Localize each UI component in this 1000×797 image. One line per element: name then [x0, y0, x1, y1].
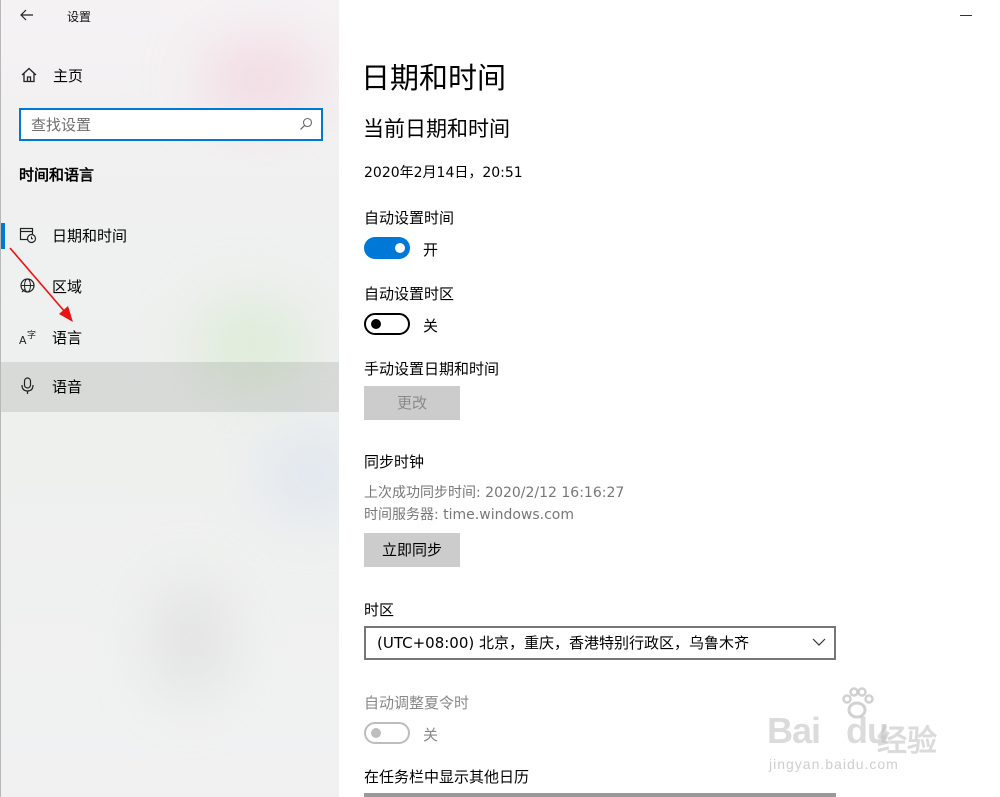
- toggle-knob: [371, 728, 381, 738]
- background-blur: [261, 430, 339, 520]
- sync-server: 时间服务器: time.windows.com: [364, 507, 575, 523]
- manual-set-label: 手动设置日期和时间: [364, 360, 500, 378]
- watermark-brand: Bai du: [767, 710, 889, 751]
- app-title: 设置: [67, 10, 92, 24]
- section-title: 时间和语言: [19, 166, 95, 184]
- toggle-knob: [395, 243, 405, 253]
- search-input[interactable]: [21, 110, 281, 139]
- microphone-icon: [21, 377, 34, 394]
- current-datetime-heading: 当前日期和时间: [363, 117, 510, 141]
- svg-text:A: A: [19, 334, 27, 346]
- sync-last-time: 上次成功同步时间: 2020/2/12 16:16:27: [364, 485, 625, 501]
- auto-timezone-label: 自动设置时区: [364, 285, 455, 303]
- watermark-url: jingyan.baidu.com: [769, 756, 899, 772]
- sidebar-item-label: 语音: [52, 378, 83, 396]
- other-calendar-select[interactable]: [364, 793, 836, 797]
- auto-timezone-state: 关: [423, 317, 439, 335]
- current-datetime-value: 2020年2月14日，20:51: [364, 165, 523, 181]
- timezone-label: 时区: [364, 601, 395, 619]
- auto-time-toggle[interactable]: [364, 237, 410, 259]
- dst-label: 自动调整夏令时: [364, 694, 470, 712]
- calendar-clock-icon: [19, 227, 37, 244]
- back-arrow-icon: [20, 9, 33, 21]
- dst-toggle[interactable]: [364, 722, 410, 744]
- back-button[interactable]: [15, 4, 39, 26]
- change-button[interactable]: 更改: [364, 386, 460, 420]
- main-content: 日期和时间 当前日期和时间 2020年2月14日，20:51 自动设置时间 开 …: [339, 0, 1000, 797]
- dst-state: 关: [423, 726, 439, 744]
- globe-icon: [20, 278, 35, 293]
- sync-heading: 同步时钟: [364, 453, 425, 471]
- search-icon[interactable]: [299, 117, 313, 131]
- other-calendar-label: 在任务栏中显示其他日历: [364, 768, 530, 786]
- auto-time-state: 开: [423, 241, 439, 259]
- sidebar-item-date-time[interactable]: 日期和时间: [1, 211, 339, 261]
- nav-home[interactable]: 主页: [1, 56, 339, 96]
- home-icon: [21, 67, 37, 83]
- search-box[interactable]: [19, 108, 323, 141]
- sidebar-item-language[interactable]: A 字 语言: [1, 313, 339, 363]
- page-title: 日期和时间: [361, 61, 507, 95]
- svg-text:字: 字: [27, 329, 36, 341]
- sidebar-item-region[interactable]: 区域: [1, 262, 339, 312]
- nav-home-label: 主页: [53, 67, 84, 85]
- sidebar: 设置 主页 时间和语言 日期和时间 区域: [0, 0, 339, 797]
- sidebar-item-label: 语言: [52, 329, 83, 347]
- timezone-value: (UTC+08:00) 北京，重庆，香港特别行政区，乌鲁木齐: [377, 634, 750, 652]
- language-icon: A 字: [19, 329, 36, 346]
- chevron-down-icon: [812, 638, 826, 646]
- title-bar: 设置: [1, 0, 339, 32]
- baidu-watermark: Bai du 经验 jingyan.baidu.com: [767, 686, 957, 776]
- minimize-button[interactable]: [954, 6, 978, 24]
- auto-time-label: 自动设置时间: [364, 209, 455, 227]
- timezone-select[interactable]: (UTC+08:00) 北京，重庆，香港特别行政区，乌鲁木齐: [364, 626, 836, 660]
- toggle-knob: [371, 319, 381, 329]
- auto-timezone-toggle[interactable]: [364, 313, 410, 335]
- sidebar-item-label: 日期和时间: [52, 227, 128, 245]
- sidebar-item-label: 区域: [52, 278, 83, 296]
- background-blur: [151, 580, 231, 700]
- sync-now-button[interactable]: 立即同步: [364, 533, 460, 567]
- sidebar-item-speech[interactable]: 语音: [1, 362, 339, 412]
- watermark-cn: 经验: [877, 724, 937, 759]
